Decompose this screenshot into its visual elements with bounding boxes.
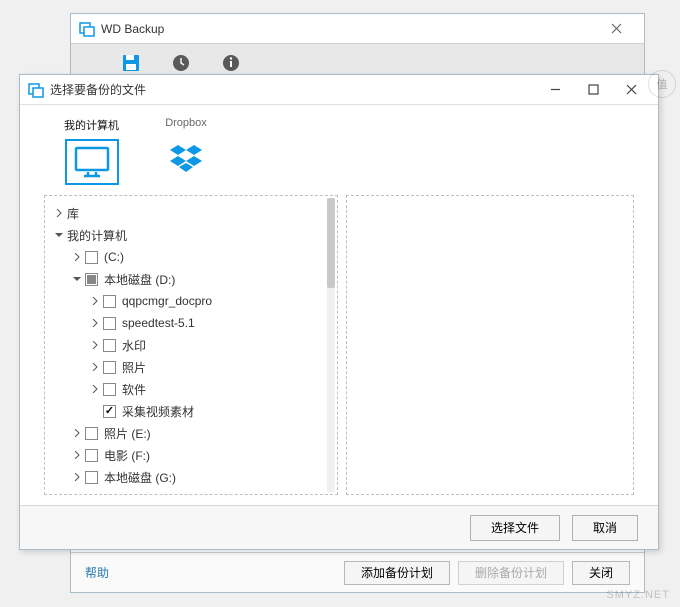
checkbox[interactable] (85, 251, 98, 264)
checkbox[interactable] (85, 427, 98, 440)
expander-icon[interactable] (71, 273, 83, 285)
node-label: 本地磁盘 (D:) (104, 271, 175, 288)
add-plan-button[interactable]: 添加备份计划 (344, 561, 450, 585)
parent-footer: 帮助 添加备份计划 删除备份计划 关闭 (71, 552, 644, 592)
dialog-titlebar: 选择要备份的文件 (20, 75, 658, 105)
checkbox[interactable] (103, 317, 116, 330)
tree-node-drive-g[interactable]: 本地磁盘 (G:) (49, 466, 333, 488)
checkbox[interactable] (103, 361, 116, 374)
expander-icon[interactable] (71, 471, 83, 483)
expander-icon[interactable] (71, 449, 83, 461)
node-label: speedtest-5.1 (122, 316, 195, 330)
checkbox[interactable] (103, 295, 116, 308)
tree-node-drive-c[interactable]: (C:) (49, 246, 333, 268)
node-label: qqpcmgr_docpro (122, 294, 212, 308)
checkbox-checked[interactable] (103, 405, 116, 418)
tree-node-qqpcmgr[interactable]: qqpcmgr_docpro (49, 290, 333, 312)
cancel-button[interactable]: 取消 (572, 515, 638, 541)
expander-icon[interactable] (89, 361, 101, 373)
node-label: 水印 (122, 337, 146, 354)
node-label: 采集视频素材 (122, 403, 194, 420)
tree-node-photos-e[interactable]: 照片 (E:) (49, 422, 333, 444)
checkbox[interactable] (103, 339, 116, 352)
tree-node-drive-d[interactable]: 本地磁盘 (D:) (49, 268, 333, 290)
maximize-button[interactable] (574, 75, 612, 104)
floppy-icon (121, 53, 141, 73)
clock-icon (171, 53, 191, 73)
expander-icon[interactable] (71, 427, 83, 439)
source-tabs: 我的计算机 Dropbox (20, 105, 658, 195)
node-label: 电影 (F:) (104, 447, 150, 464)
dialog-footer: 选择文件 取消 (20, 505, 658, 549)
node-label: 软件 (122, 381, 146, 398)
node-label: 照片 (E:) (104, 425, 151, 442)
source-my-computer[interactable]: 我的计算机 (64, 117, 119, 185)
tree-node-speedtest[interactable]: speedtest-5.1 (49, 312, 333, 334)
select-files-dialog: 选择要备份的文件 我的计算机 Dropbox (19, 74, 659, 550)
info-icon (221, 53, 241, 73)
tree-scrollbar[interactable] (327, 198, 335, 492)
dialog-close-button[interactable] (612, 75, 650, 104)
expander-icon[interactable] (89, 295, 101, 307)
tree-node-zhaopian[interactable]: 照片 (49, 356, 333, 378)
source-my-computer-label: 我的计算机 (64, 117, 119, 133)
checkbox[interactable] (85, 449, 98, 462)
tree-node-movies-f[interactable]: 电影 (F:) (49, 444, 333, 466)
tree-node-my-computer[interactable]: 我的计算机 (49, 224, 333, 246)
dialog-icon (28, 82, 44, 98)
node-label: 我的计算机 (67, 227, 127, 244)
close-button[interactable]: 关闭 (572, 561, 630, 585)
node-label: 照片 (122, 359, 146, 376)
help-link[interactable]: 帮助 (85, 564, 109, 581)
source-dropbox[interactable]: Dropbox (159, 117, 213, 185)
checkbox[interactable] (103, 383, 116, 396)
dropbox-icon (166, 141, 206, 175)
preview-panel (346, 195, 634, 495)
parent-close-button[interactable] (596, 21, 636, 37)
node-label: 库 (67, 205, 79, 222)
expander-icon[interactable] (53, 207, 65, 219)
tree-node-caiji[interactable]: 采集视频素材 (49, 400, 333, 422)
tree-node-library[interactable]: 库 (49, 202, 333, 224)
node-label: (C:) (104, 250, 124, 264)
monitor-icon (72, 145, 112, 179)
checkbox[interactable] (85, 471, 98, 484)
checkbox-partial[interactable] (85, 273, 98, 286)
dialog-title: 选择要备份的文件 (50, 81, 536, 98)
expander-icon[interactable] (71, 251, 83, 263)
expander-icon[interactable] (53, 229, 65, 241)
minimize-button[interactable] (536, 75, 574, 104)
delete-plan-button: 删除备份计划 (458, 561, 564, 585)
scrollbar-thumb[interactable] (327, 198, 335, 288)
expander-icon[interactable] (89, 317, 101, 329)
file-tree: 库 我的计算机 (C:) 本地磁盘 (D:) (45, 196, 337, 494)
parent-title: WD Backup (101, 22, 596, 36)
select-files-button[interactable]: 选择文件 (470, 515, 560, 541)
expander-icon[interactable] (89, 339, 101, 351)
source-dropbox-label: Dropbox (159, 117, 213, 129)
expander-icon[interactable] (89, 383, 101, 395)
tree-node-ruanjian[interactable]: 软件 (49, 378, 333, 400)
tree-node-shuiyin[interactable]: 水印 (49, 334, 333, 356)
node-label: 本地磁盘 (G:) (104, 469, 176, 486)
parent-titlebar: WD Backup (71, 14, 644, 44)
app-icon (79, 21, 95, 37)
tree-panel: 库 我的计算机 (C:) 本地磁盘 (D:) (44, 195, 338, 495)
